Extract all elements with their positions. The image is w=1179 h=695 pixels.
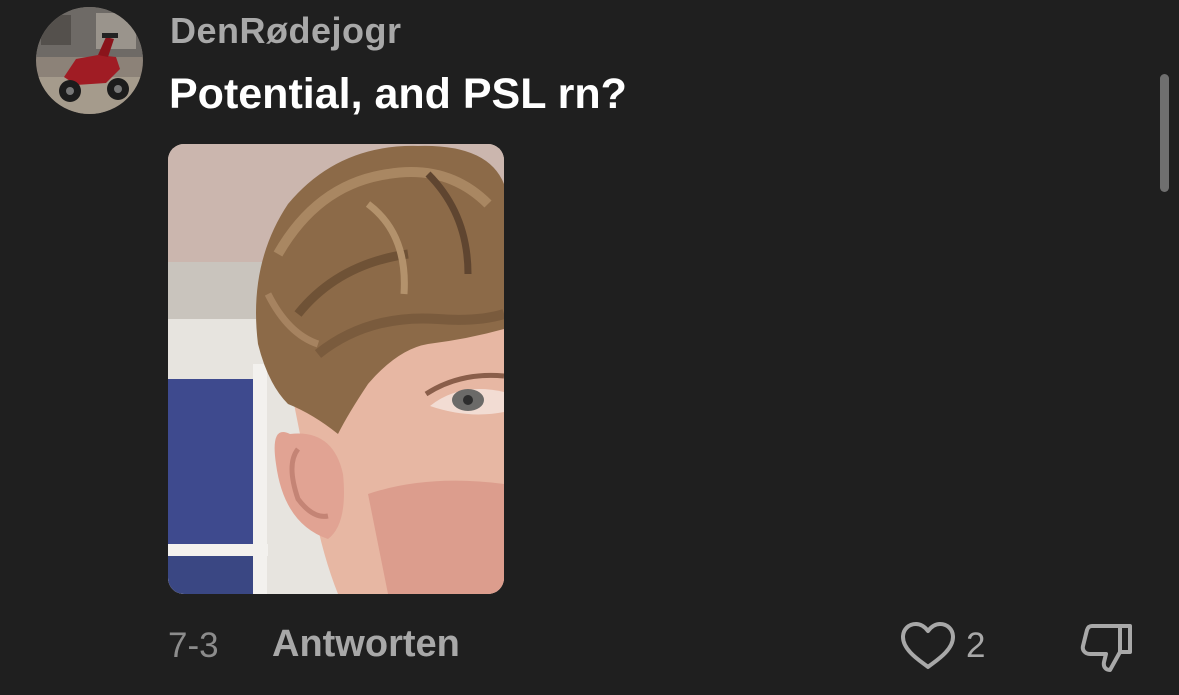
username[interactable]: DenRødejogr (170, 10, 402, 52)
photo-image (168, 144, 504, 594)
comment-text: Potential, and PSL rn? (169, 70, 627, 118)
reply-button[interactable]: Antworten (272, 623, 460, 666)
attached-photo[interactable] (168, 144, 504, 594)
avatar[interactable] (36, 7, 143, 114)
thumbs-down-icon (1080, 624, 1132, 672)
like-count: 2 (966, 626, 986, 665)
heart-icon (901, 622, 955, 669)
comment-date: 7-3 (168, 626, 219, 665)
avatar-scooter-image (36, 7, 143, 114)
comment-footer: 7-3 Antworten 2 (0, 620, 1179, 672)
scrollbar[interactable] (1160, 74, 1169, 192)
dislike-button[interactable] (1078, 620, 1136, 674)
like-button[interactable] (898, 620, 958, 672)
comment-item: DenRødejogr Potential, and PSL rn? 7-3 A… (0, 0, 1179, 695)
